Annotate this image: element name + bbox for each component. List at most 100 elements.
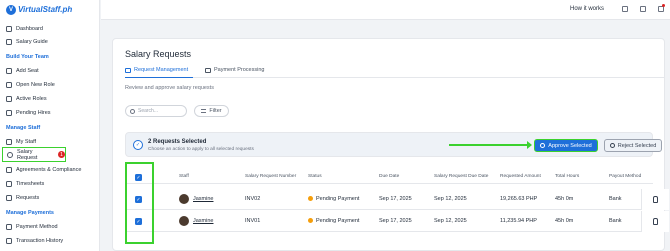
sidebar-item-label: Pending Hires: [16, 109, 51, 116]
avatar: [179, 194, 189, 204]
how-it-works-link[interactable]: How it works: [570, 6, 604, 12]
reject-label: Reject Selected: [617, 142, 657, 149]
status-cell: Pending Payment: [308, 196, 359, 202]
dollar-icon: [7, 151, 13, 158]
status-cell: Pending Payment: [308, 218, 359, 224]
users-icon: [6, 138, 12, 145]
section-manage-payments: Manage Payments: [6, 210, 54, 216]
sidebar-item-my-staff[interactable]: My Staff: [6, 136, 36, 147]
sidebar-item-salary-request[interactable]: Salary Request 1: [2, 147, 66, 162]
plus-icon: [6, 67, 12, 74]
page-subtitle: Review and approve salary requests: [125, 85, 214, 91]
list-icon: [6, 95, 12, 102]
search-placeholder: Search...: [138, 108, 159, 114]
sidebar-item-label: Active Roles: [16, 95, 47, 102]
sidebar-item-agreements[interactable]: Agreements & Compliance: [6, 164, 81, 175]
sidebar-item-label: Agreements & Compliance: [16, 166, 82, 173]
logo[interactable]: V VirtualStaff.ph: [6, 4, 72, 15]
sidebar-item-label: Add Seat: [16, 67, 39, 74]
sidebar-item-add-seat[interactable]: Add Seat: [6, 65, 39, 76]
annotation-arrow: [449, 141, 532, 149]
approve-label: Approve Selected: [548, 142, 592, 149]
filter-button[interactable]: Filter: [194, 105, 229, 117]
header-staff: Staff: [179, 174, 189, 179]
sidebar: V VirtualStaff.ph Dashboard Salary Guide…: [0, 0, 100, 251]
tab-active-indicator: [125, 76, 193, 78]
view-staff-button[interactable]: [641, 189, 669, 210]
sidebar-item-label: Requests: [16, 194, 40, 201]
selection-title: 2 Requests Selected: [148, 139, 207, 145]
request-number: INV01: [245, 218, 261, 224]
sidebar-item-payment-method[interactable]: Payment Method: [6, 221, 58, 232]
header-payout: Payout Method: [609, 174, 642, 179]
sidebar-item-label: Transaction History: [16, 237, 64, 244]
tab-payment-processing[interactable]: Payment Processing: [205, 67, 264, 73]
logo-text: VirtualStaff.ph: [18, 5, 73, 14]
sidebar-item-salary-guide[interactable]: Salary Guide: [6, 36, 48, 47]
staff-name-link[interactable]: Jasmine: [193, 218, 213, 224]
header-due-date: Due Date: [379, 174, 400, 179]
table-row[interactable]: ✓ Jasmine INV02 Pending Payment Sep 17, …: [125, 189, 669, 210]
chat-icon[interactable]: [640, 6, 646, 12]
sidebar-item-label: Dashboard: [16, 25, 43, 32]
sidebar-item-label: My Staff: [16, 138, 37, 145]
document-icon: [6, 166, 12, 173]
x-circle-icon: [609, 143, 615, 148]
sidebar-item-open-new-role[interactable]: Open New Role: [6, 79, 55, 90]
due-date: Sep 17, 2025: [379, 218, 412, 224]
clipboard-icon: [125, 67, 131, 73]
request-due-date: Sep 12, 2025: [434, 218, 467, 224]
sidebar-item-label: Salary Guide: [16, 38, 48, 45]
header-hours: Total Hours: [555, 174, 580, 179]
tab-request-management[interactable]: Request Management: [125, 67, 188, 73]
sidebar-item-requests[interactable]: Requests: [6, 192, 39, 203]
book-icon: [6, 38, 12, 45]
staff-name-link[interactable]: Jasmine: [193, 196, 213, 202]
section-build-team: Build Your Team: [6, 54, 49, 60]
salary-requests-card: Salary Requests Request Management Payme…: [112, 38, 669, 251]
clipboard-icon: [6, 109, 12, 116]
sidebar-item-dashboard[interactable]: Dashboard: [6, 23, 43, 34]
section-manage-staff: Manage Staff: [6, 125, 41, 131]
sidebar-item-timesheets[interactable]: Timesheets: [6, 178, 44, 189]
logo-icon: V: [6, 4, 16, 15]
view-staff-button[interactable]: [641, 211, 669, 232]
sidebar-item-active-roles[interactable]: Active Roles: [6, 93, 47, 104]
approve-selected-button[interactable]: Approve Selected: [534, 139, 598, 152]
sidebar-item-label: Salary Request: [16, 148, 38, 161]
header-number: Salary Request Number: [245, 174, 297, 179]
header-status: Status: [308, 174, 322, 179]
sidebar-item-label: Payment Method: [16, 223, 58, 230]
check-icon: [540, 143, 546, 148]
home-icon[interactable]: [622, 6, 628, 12]
reject-selected-button[interactable]: Reject Selected: [604, 139, 662, 152]
page-title: Salary Requests: [125, 49, 192, 59]
tab-label: Payment Processing: [214, 67, 265, 73]
sidebar-item-label: Open New Role: [16, 81, 55, 88]
request-due-date: Sep 12, 2025: [434, 196, 467, 202]
pending-icon: [308, 218, 313, 224]
user-icon: [653, 218, 658, 225]
arrow-icon: [6, 194, 12, 201]
credit-card-icon: [6, 223, 12, 230]
search-input[interactable]: Search...: [125, 105, 187, 117]
dashboard-icon: [6, 25, 12, 32]
sidebar-item-pending-hires[interactable]: Pending Hires: [6, 107, 51, 118]
notification-dot: [662, 4, 665, 7]
due-date: Sep 17, 2025: [379, 196, 412, 202]
payout-method: Bank: [609, 196, 622, 202]
checkbox-highlight-annotation: [125, 162, 154, 244]
header-amount: Requested Amount: [500, 174, 541, 179]
status-text: Pending Payment: [316, 218, 360, 224]
tab-label: Request Management: [134, 67, 189, 73]
table-row[interactable]: ✓ Jasmine INV01 Pending Payment Sep 17, …: [125, 211, 669, 232]
sidebar-item-transaction-history[interactable]: Transaction History: [6, 235, 63, 246]
topbar: How it works: [101, 0, 670, 20]
check-circle-icon: ✓: [133, 140, 143, 150]
card-icon: [205, 67, 211, 73]
selection-bar: ✓ 2 Requests Selected Choose an action t…: [125, 132, 662, 157]
notification-badge: 1: [58, 151, 65, 158]
requested-amount: 11,235.94 PHP: [500, 218, 537, 224]
header-request-due: Salary Request Due Date: [434, 174, 489, 179]
calendar-icon: [6, 180, 12, 187]
